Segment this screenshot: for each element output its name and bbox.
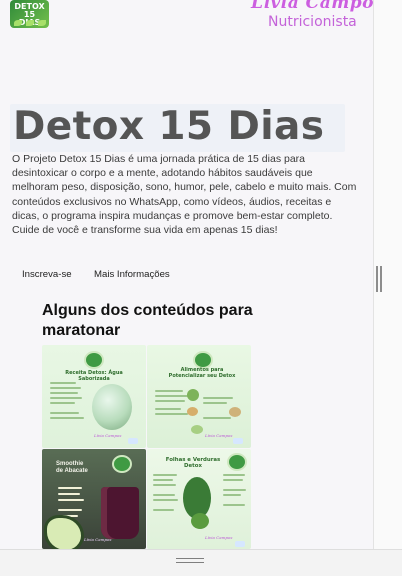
text-line <box>58 499 84 501</box>
text-line <box>50 402 75 404</box>
text-line <box>223 479 243 481</box>
text-line <box>153 494 175 496</box>
text-line <box>203 417 231 419</box>
leaf-icon <box>14 20 22 26</box>
water-glass-photo <box>92 384 132 430</box>
text-line <box>153 479 173 481</box>
subscribe-button[interactable]: Inscreva-se <box>22 269 72 280</box>
signature: Lívia Campos <box>84 537 112 542</box>
resize-grip-horizontal[interactable] <box>176 558 204 564</box>
detox-badge-icon <box>84 351 104 369</box>
text-line <box>223 489 246 491</box>
text-line <box>153 509 174 511</box>
brand-name: Lívia Campos <box>251 0 385 13</box>
text-line <box>153 474 177 476</box>
greens-photo <box>191 425 203 434</box>
text-line <box>50 417 84 419</box>
juice-glass-photo <box>101 487 139 539</box>
ginger-photo <box>187 407 198 416</box>
card-title: Receita Detox: Água Saborizada <box>65 370 123 382</box>
spinach-photo <box>191 513 209 529</box>
tag-chip <box>235 541 245 547</box>
text-line <box>155 408 181 410</box>
signature: Lívia Campos <box>94 433 122 438</box>
text-line <box>203 397 233 399</box>
broccoli-photo <box>187 389 199 401</box>
text-line <box>50 412 79 414</box>
more-info-button[interactable]: Mais Informações <box>94 269 170 280</box>
detox-badge-icon <box>227 453 247 471</box>
text-line <box>153 499 178 501</box>
content-card-smoothie[interactable]: Smoothie de Abacate Lívia Campos <box>42 449 146 549</box>
detox-logo: DETOX 15 DIAS <box>10 0 49 28</box>
text-line <box>50 397 82 399</box>
text-line <box>155 400 185 402</box>
leaf-icon <box>38 20 46 26</box>
text-line <box>223 494 241 496</box>
detox-badge-icon <box>112 455 132 473</box>
signature: Lívia Campos <box>205 433 233 438</box>
seeds-photo <box>229 407 241 417</box>
card-title: Alimentos para Potencializar seu Detox <box>168 367 236 379</box>
card-title: Smoothie de Abacate <box>56 461 88 474</box>
text-line <box>50 392 78 394</box>
text-line <box>153 484 176 486</box>
text-line <box>155 395 189 397</box>
content-card-water[interactable]: Receita Detox: Água Saborizada Lívia Cam… <box>42 345 146 448</box>
avocado-photo <box>44 515 84 549</box>
content-card-foods[interactable]: Alimentos para Potencializar seu Detox L… <box>147 345 251 448</box>
page-title: Detox 15 Dias <box>13 104 325 149</box>
leaf-icon <box>26 20 34 26</box>
signature: Lívia Campos <box>205 535 233 540</box>
text-line <box>155 390 183 392</box>
text-line <box>58 509 82 511</box>
text-line <box>223 474 245 476</box>
resize-grip-vertical[interactable] <box>376 266 382 292</box>
text-line <box>58 493 80 495</box>
text-line <box>155 413 188 415</box>
text-line <box>223 504 245 506</box>
text-line <box>203 402 227 404</box>
tag-chip <box>233 438 243 444</box>
section-title: Alguns dos conteúdos para maratonar <box>42 302 253 339</box>
brand-role: Nutricionista <box>268 14 357 30</box>
tag-chip <box>128 438 138 444</box>
text-line <box>58 487 82 489</box>
hero-description: O Projeto Detox 15 Dias é uma jornada pr… <box>12 153 357 237</box>
text-line <box>50 382 76 384</box>
text-line <box>50 387 81 389</box>
card-title: Folhas e Verduras Detox <box>165 457 221 469</box>
content-card-greens[interactable]: Folhas e Verduras Detox Lívia Campos <box>147 449 251 549</box>
